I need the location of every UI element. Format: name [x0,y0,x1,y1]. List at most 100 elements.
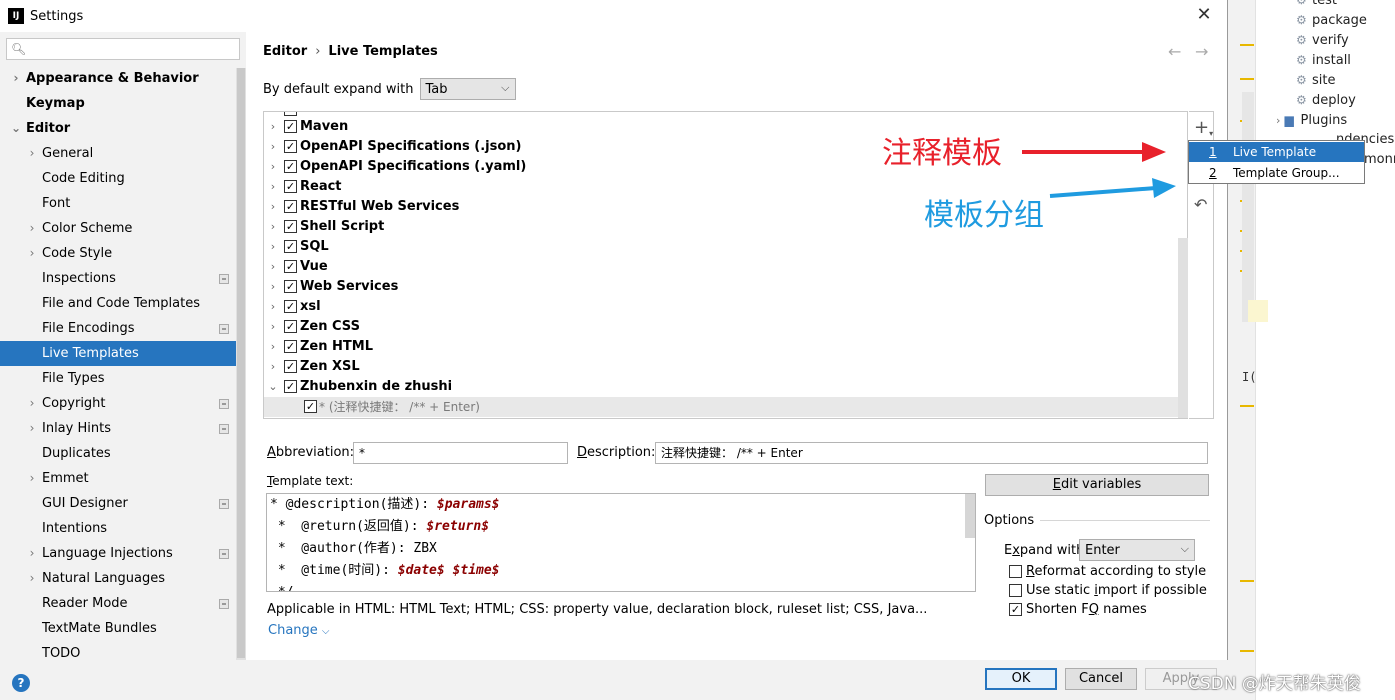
sidebar-item-file-encodings[interactable]: File Encodings [0,316,236,341]
chevron-right-icon[interactable]: › [10,66,22,91]
group-checkbox[interactable]: ✓ [284,220,297,233]
breadcrumb-parent[interactable]: Editor [263,44,307,59]
sidebar-item-emmet[interactable]: › Emmet [0,466,236,491]
sidebar-item-todo[interactable]: TODO [0,641,236,660]
sidebar-item-intentions[interactable]: Intentions [0,516,236,541]
group-checkbox[interactable]: ✓ [284,140,297,153]
template-group-row[interactable]: › ✓ Web Services [264,277,1180,297]
expand-select[interactable]: Tab ⌵ [419,78,516,100]
chevron-down-icon[interactable]: ⌄ [268,377,278,397]
sidebar-item-language-injections[interactable]: › Language Injections [0,541,236,566]
popup-item-live-template[interactable]: 1 Live Template [1189,142,1364,162]
template-text-scrollbar[interactable] [965,494,975,538]
sidebar-item-font[interactable]: Font [0,191,236,216]
chevron-right-icon[interactable]: › [268,217,278,237]
group-checkbox[interactable]: ✓ [284,280,297,293]
cancel-button[interactable]: Cancel [1065,668,1137,690]
chevron-down-icon[interactable]: ⌄ [10,116,22,141]
template-group-row[interactable]: ⌄ ✓ Zhubenxin de zhushi [264,377,1180,397]
plugins-node[interactable]: › ▆ Plugins [1276,110,1376,130]
sidebar-item-file-and-code-templates[interactable]: File and Code Templates [0,291,236,316]
sidebar-item-editor[interactable]: ⌄ Editor [0,116,236,141]
sidebar-item-live-templates[interactable]: Live Templates [0,341,236,366]
close-button[interactable]: ✕ [1194,5,1214,25]
back-arrow-icon[interactable]: ← [1168,42,1181,61]
change-link[interactable]: Change ⌵ [268,623,330,638]
chevron-right-icon[interactable]: › [26,541,38,566]
chevron-right-icon[interactable]: › [268,197,278,217]
chevron-right-icon[interactable]: › [26,391,38,416]
group-checkbox[interactable]: ✓ [284,120,297,133]
template-group-row[interactable]: › ✓ Zen CSS [264,317,1180,337]
chevron-right-icon[interactable]: › [26,141,38,166]
chevron-right-icon[interactable]: › [26,216,38,241]
group-checkbox[interactable]: ✓ [284,260,297,273]
group-checkbox[interactable]: ✓ [284,200,297,213]
chevron-right-icon[interactable]: › [268,237,278,257]
chevron-right-icon[interactable]: › [268,177,278,197]
chevron-right-icon[interactable]: › [268,117,278,137]
reformat-checkbox[interactable] [1009,565,1022,578]
sidebar-item-natural-languages[interactable]: › Natural Languages [0,566,236,591]
group-checkbox[interactable]: ✓ [284,240,297,253]
description-field[interactable]: 注释快捷键： /** + Enter [655,442,1208,464]
chevron-right-icon[interactable]: › [26,241,38,266]
chevron-right-icon[interactable]: › [268,137,278,157]
chevron-right-icon[interactable]: › [268,277,278,297]
chevron-right-icon[interactable]: › [268,157,278,177]
template-group-row[interactable]: › ✓ Vue [264,257,1180,277]
static-import-checkbox[interactable] [1009,584,1022,597]
chevron-right-icon[interactable]: › [26,466,38,491]
expand-with-select[interactable]: Enter ⌵ [1079,539,1195,561]
sidebar-item-general[interactable]: › General [0,141,236,166]
sidebar-item-keymap[interactable]: Keymap [0,91,236,116]
template-text-editor[interactable]: * @description(描述): $params$ * @return(返… [266,493,976,592]
chevron-right-icon[interactable]: › [268,357,278,377]
sidebar-item-copyright[interactable]: › Copyright [0,391,236,416]
maven-item[interactable]: ⚙ verify [1296,30,1395,50]
sidebar-item-code-editing[interactable]: Code Editing [0,166,236,191]
help-icon[interactable]: ? [12,674,30,692]
search-input[interactable]: 🔍︎ [6,38,240,60]
chevron-right-icon[interactable]: › [268,337,278,357]
group-checkbox[interactable]: ✓ [284,320,297,333]
shorten-fq-checkbox[interactable]: ✓ [1009,603,1022,616]
abbreviation-field[interactable]: * [353,442,568,464]
maven-item[interactable]: ⚙ install [1296,50,1395,70]
group-checkbox[interactable]: ✓ [284,340,297,353]
chevron-right-icon[interactable]: › [26,416,38,441]
maven-item[interactable]: ⚙ package [1296,10,1395,30]
sidebar-item-inlay-hints[interactable]: › Inlay Hints [0,416,236,441]
group-checkbox[interactable]: ✓ [284,380,297,393]
sidebar-item-reader-mode[interactable]: Reader Mode [0,591,236,616]
chevron-right-icon[interactable]: › [268,257,278,277]
maven-item[interactable]: ⚙ deploy [1296,90,1395,110]
template-row-selected[interactable]: ✓ * (注释快捷键： /** + Enter) [264,397,1178,417]
sidebar-item-inspections[interactable]: Inspections [0,266,236,291]
group-checkbox[interactable]: ✓ [284,360,297,373]
template-group-row[interactable]: › ✓ Zen XSL [264,357,1180,377]
ok-button[interactable]: OK [985,668,1057,690]
group-checkbox[interactable]: ✓ [284,160,297,173]
sidebar-item-file-types[interactable]: File Types [0,366,236,391]
template-group-row[interactable]: › ✓ SQL [264,237,1180,257]
template-group-row[interactable]: › ✓ Maven [264,117,1180,137]
template-group-row[interactable]: › ✓ xsl [264,297,1180,317]
sidebar-item-gui-designer[interactable]: GUI Designer [0,491,236,516]
template-tree-scrollbar[interactable] [1178,238,1188,418]
chevron-right-icon[interactable]: › [268,297,278,317]
restore-icon[interactable]: ↶ [1194,195,1207,214]
sidebar-scrollbar[interactable] [236,68,246,660]
sidebar-item-textmate-bundles[interactable]: TextMate Bundles [0,616,236,641]
sidebar-item-color-scheme[interactable]: › Color Scheme [0,216,236,241]
sidebar-item-code-style[interactable]: › Code Style [0,241,236,266]
edit-variables-button[interactable]: Edit variables [985,474,1209,496]
partial-node[interactable]: monm [1364,150,1395,170]
sidebar-item-appearance-behavior[interactable]: › Appearance & Behavior [0,66,236,91]
template-checkbox[interactable]: ✓ [304,400,317,413]
group-checkbox[interactable]: ✓ [284,300,297,313]
checkbox[interactable] [284,112,297,116]
chevron-right-icon[interactable]: › [268,317,278,337]
maven-item[interactable]: ⚙ site [1296,70,1395,90]
sidebar-item-duplicates[interactable]: Duplicates [0,441,236,466]
